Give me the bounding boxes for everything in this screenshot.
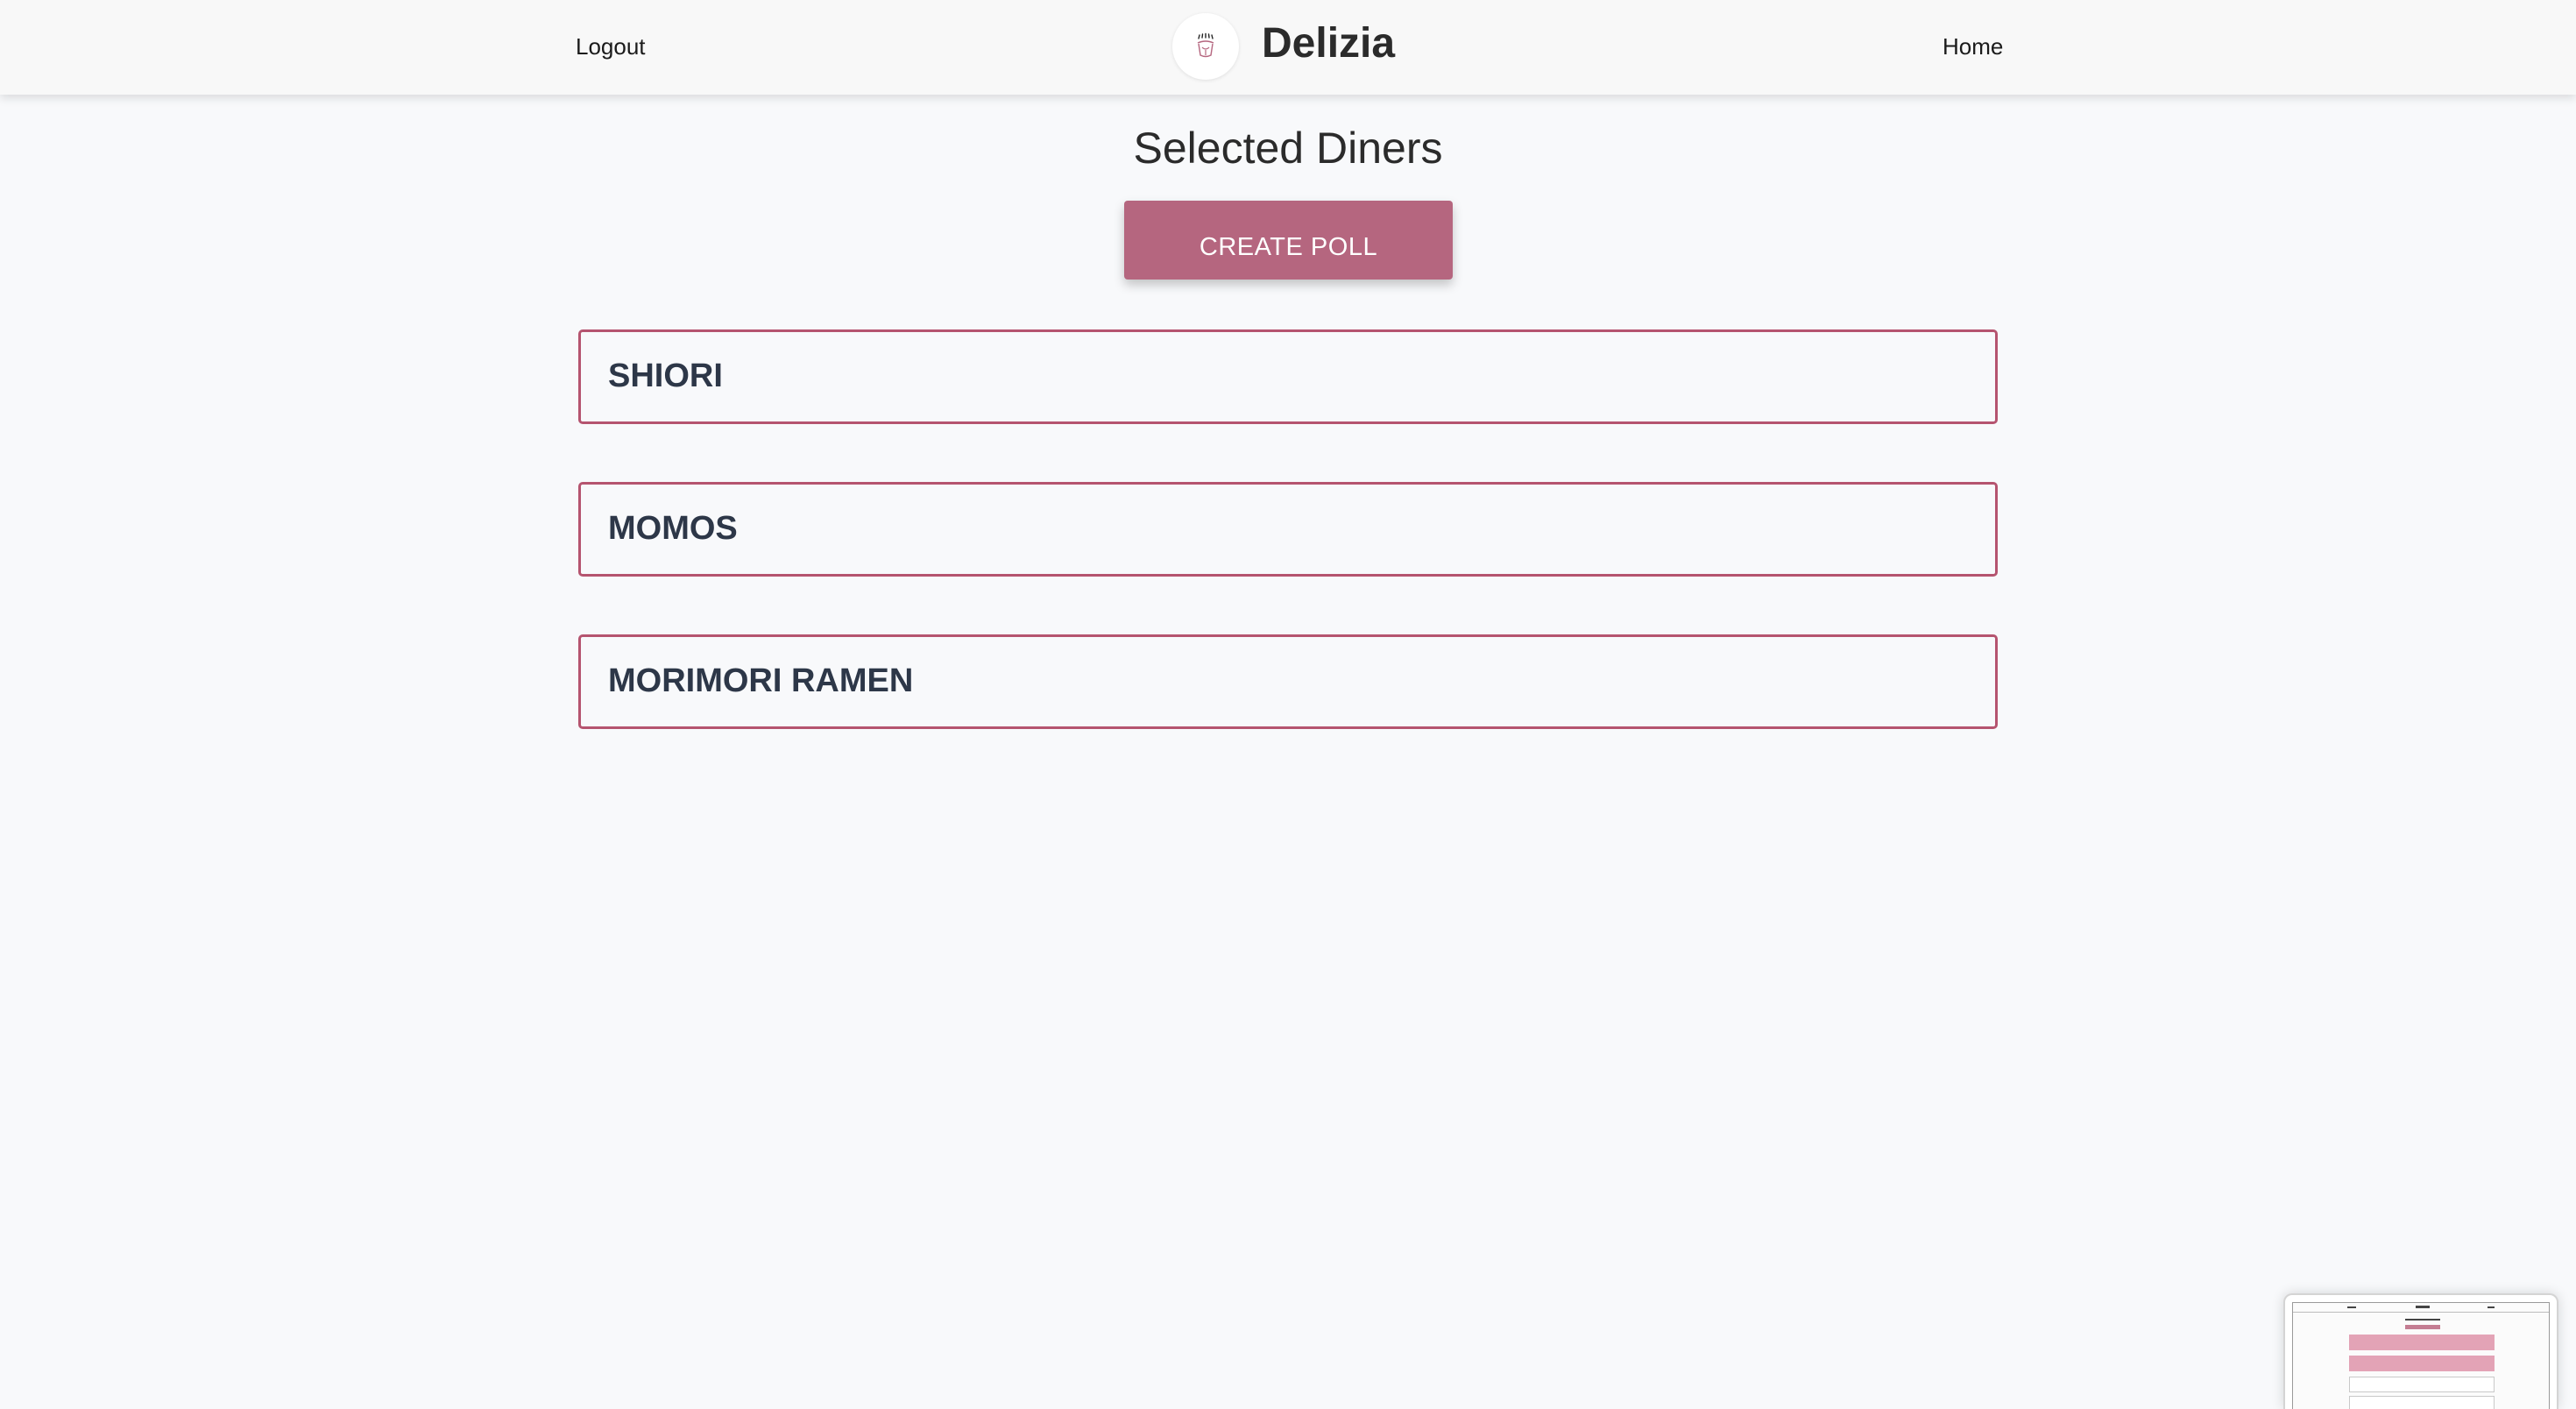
preview-text bbox=[2405, 1319, 2440, 1320]
brand-name: Delizia bbox=[1262, 20, 1396, 67]
preview-text bbox=[2416, 1306, 2430, 1308]
page-preview-thumbnail[interactable] bbox=[2283, 1293, 2558, 1409]
preview-row bbox=[2349, 1335, 2495, 1350]
preview-button bbox=[2405, 1325, 2440, 1329]
brand-logo[interactable] bbox=[1172, 13, 1239, 80]
top-navbar: Logout Delizia Home bbox=[0, 0, 2576, 95]
diner-name: MOMOS bbox=[608, 510, 738, 547]
preview-row bbox=[2349, 1377, 2495, 1392]
diner-card[interactable]: MOMOS bbox=[578, 482, 1998, 577]
page-title: Selected Diners bbox=[1133, 124, 1443, 173]
create-poll-button[interactable]: CREATE POLL bbox=[1124, 201, 1453, 280]
preview-text bbox=[2347, 1306, 2356, 1308]
home-link[interactable]: Home bbox=[1943, 33, 2003, 60]
preview-header-line bbox=[2293, 1312, 2549, 1313]
diner-name: SHIORI bbox=[608, 358, 723, 394]
diner-card[interactable]: SHIORI bbox=[578, 329, 1998, 424]
preview-text bbox=[2488, 1306, 2495, 1308]
diner-name: MORIMORI RAMEN bbox=[608, 662, 914, 699]
diner-card[interactable]: MORIMORI RAMEN bbox=[578, 634, 1998, 729]
chef-icon bbox=[1197, 32, 1214, 58]
preview-row bbox=[2349, 1356, 2495, 1371]
preview-image bbox=[2292, 1302, 2550, 1409]
logout-link[interactable]: Logout bbox=[576, 33, 646, 60]
